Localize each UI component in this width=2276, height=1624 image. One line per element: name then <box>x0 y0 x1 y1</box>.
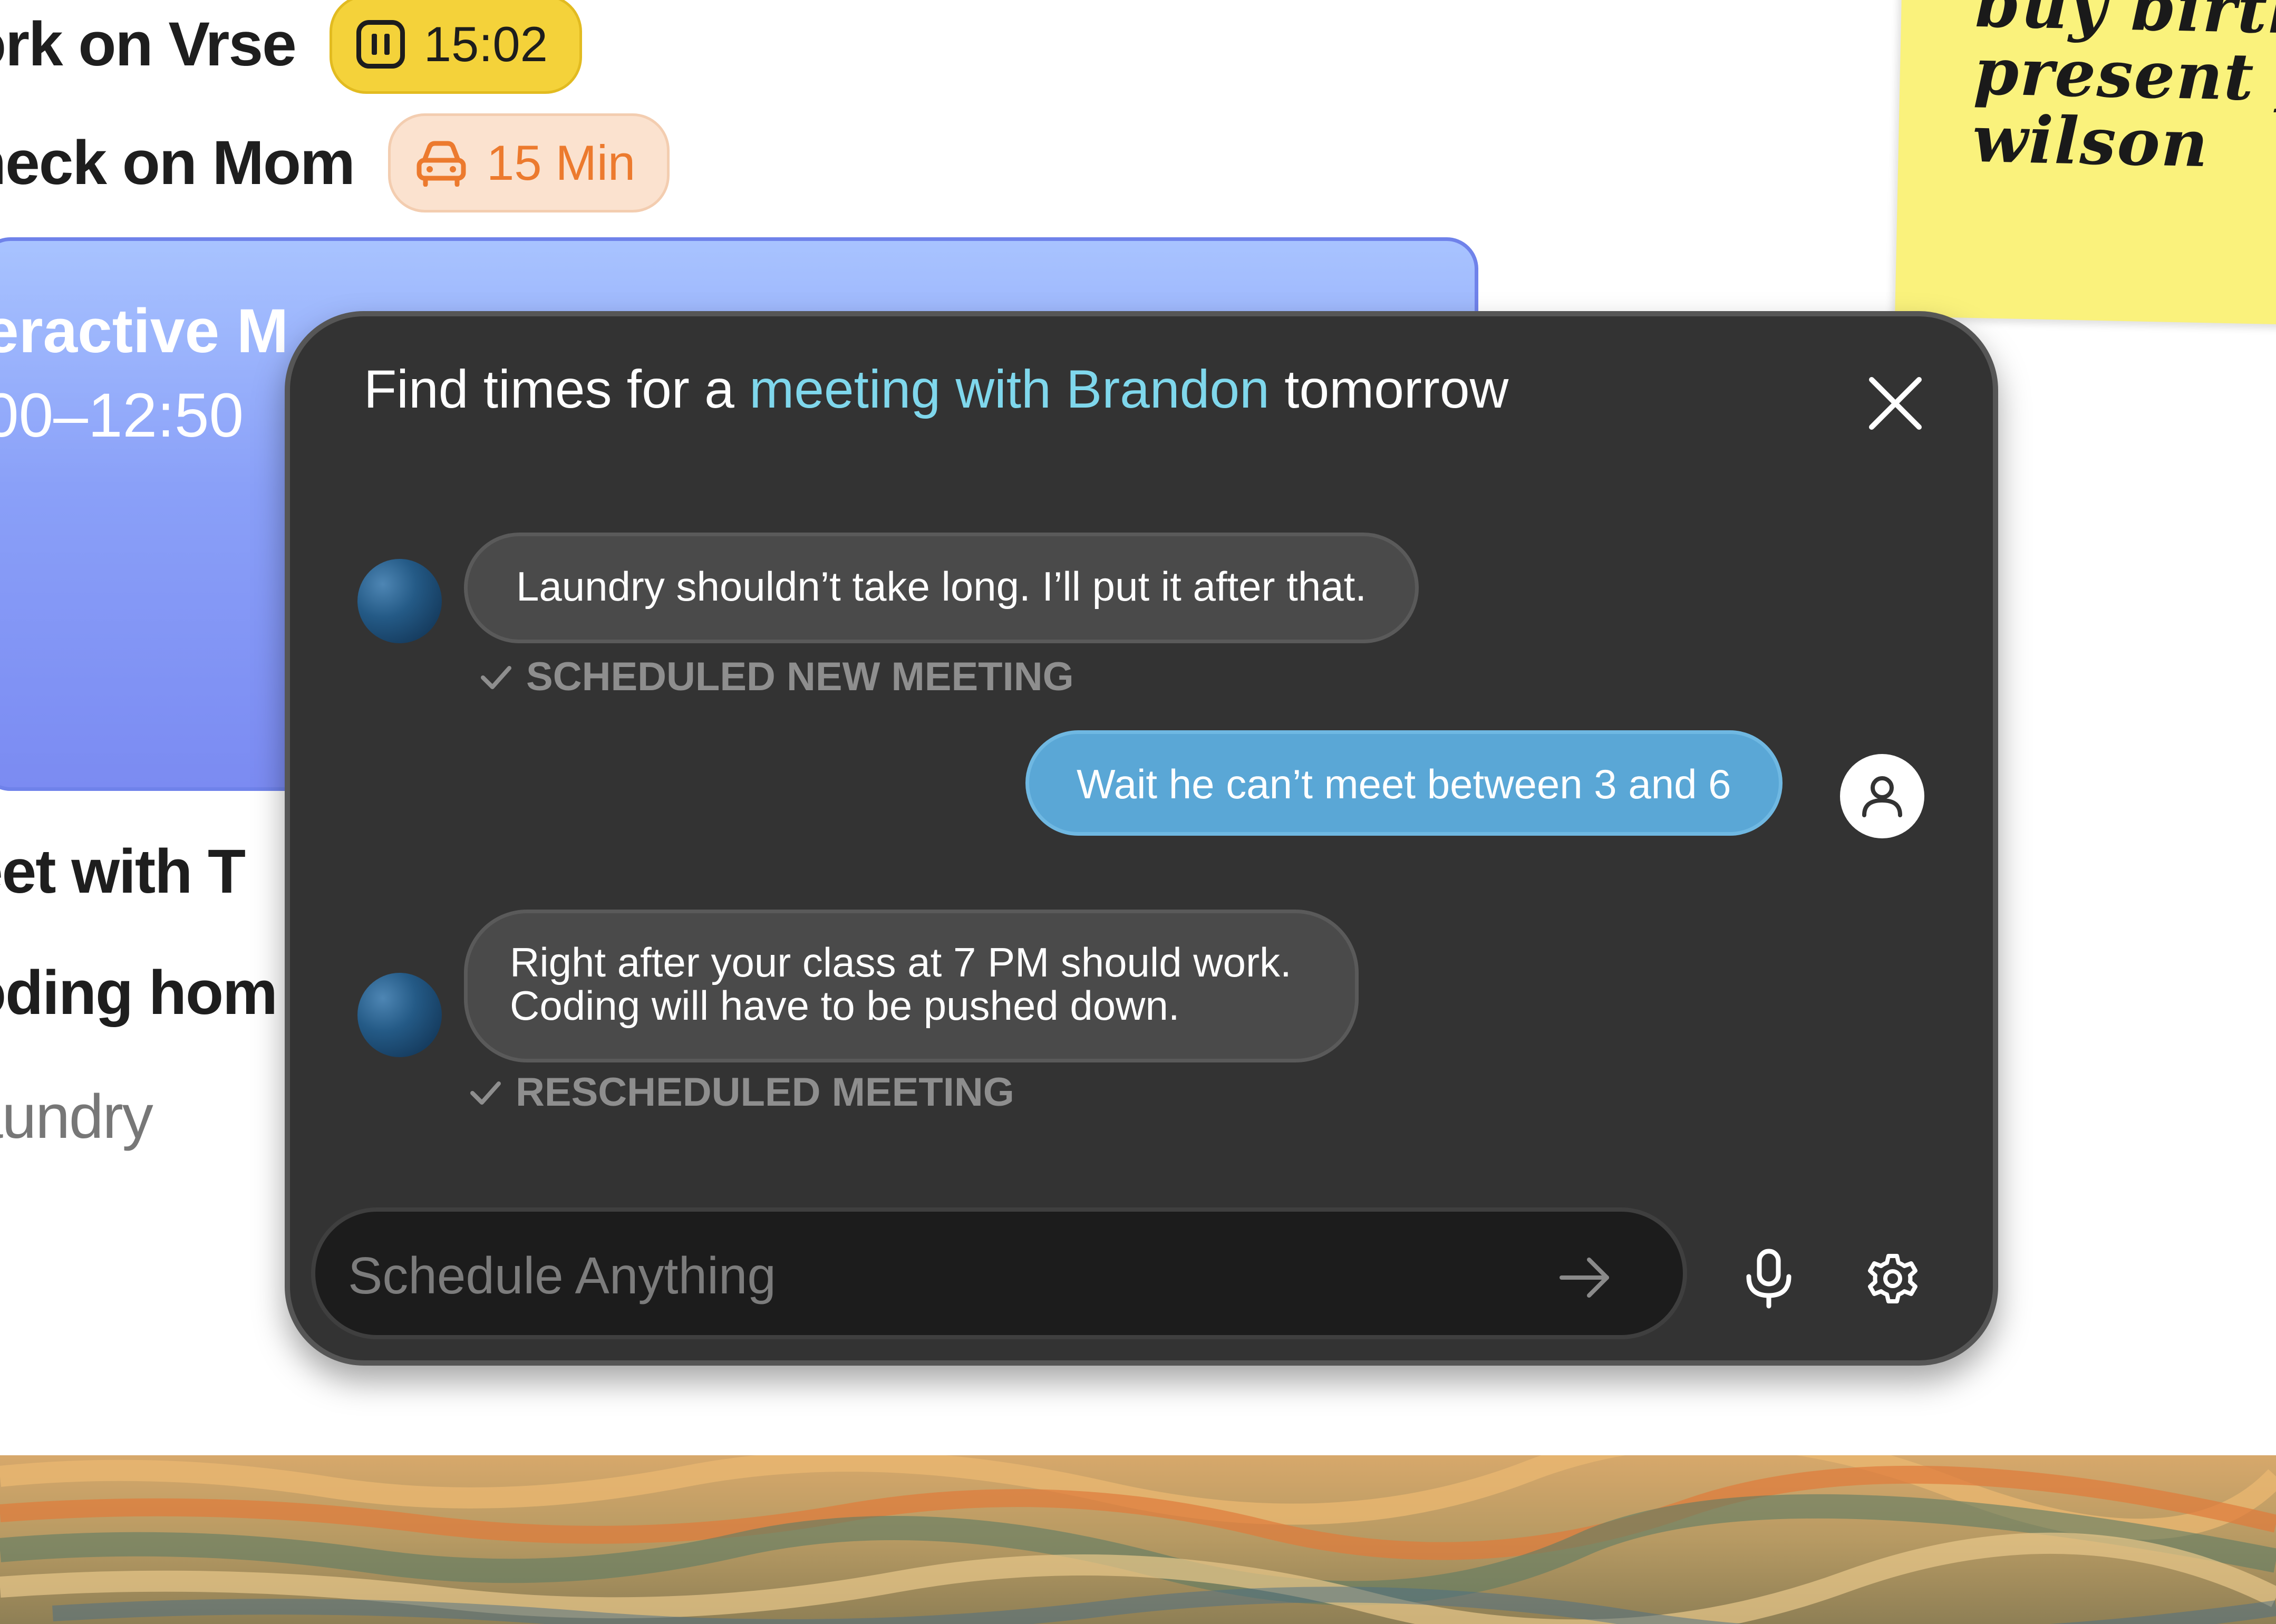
close-icon[interactable] <box>1866 374 1924 432</box>
prompt-text-pre: Find times for a <box>364 359 750 419</box>
task-row-mom[interactable]: heck on Mom 15 Min <box>0 113 670 212</box>
task-label: aundry <box>0 1082 153 1152</box>
message-text: Laundry shouldn’t take long. I’ll put it… <box>516 563 1367 610</box>
gear-icon[interactable] <box>1864 1250 1922 1308</box>
timer-text: 15:02 <box>423 16 548 72</box>
message-status: RESCHEDULED MEETING <box>469 1069 1014 1115</box>
chat-input-bar <box>311 1207 1687 1339</box>
check-icon <box>481 665 511 689</box>
assistant-avatar <box>357 559 442 643</box>
travel-time-text: 15 Min <box>486 135 636 190</box>
task-label: ork on Vrse <box>0 9 297 79</box>
prompt-highlight: meeting with Brandon <box>749 359 1270 419</box>
task-row-work[interactable]: ork on Vrse 15:02 <box>0 0 582 94</box>
task-row-meet[interactable]: eet with T <box>0 836 246 907</box>
painting-strokes <box>0 1455 2276 1624</box>
schedule-input[interactable] <box>347 1243 1562 1308</box>
user-message: Wait he can’t meet between 3 and 6 <box>1025 730 1783 836</box>
event-title: eractive M <box>0 296 289 366</box>
status-text: RESCHEDULED MEETING <box>516 1070 1014 1115</box>
send-arrow-icon[interactable] <box>1554 1246 1618 1309</box>
message-text: Wait he can’t meet between 3 and 6 <box>1077 761 1731 807</box>
message-text-line1: Right after your class at 7 PM should wo… <box>510 939 1292 985</box>
status-text: SCHEDULED NEW MEETING <box>526 654 1074 699</box>
sticky-note-text: buy birth present fo wilson <box>1971 0 2276 182</box>
user-icon <box>1862 776 1902 817</box>
assistant-panel: Find times for a meeting with Brandon to… <box>285 311 1998 1366</box>
sticky-note[interactable]: buy birth present fo wilson <box>1895 0 2276 325</box>
pause-icon[interactable] <box>356 20 405 69</box>
task-label: eet with T <box>0 837 246 906</box>
prompt-heading: Find times for a meeting with Brandon to… <box>364 359 1508 420</box>
microphone-icon[interactable] <box>1737 1247 1800 1310</box>
prompt-text-post: tomorrow <box>1269 359 1509 419</box>
task-label: heck on Mom <box>0 128 355 198</box>
background-painting <box>0 1455 2276 1624</box>
car-icon <box>417 141 466 187</box>
task-row-laundry[interactable]: aundry <box>0 1081 153 1153</box>
check-icon <box>470 1081 501 1105</box>
user-avatar[interactable] <box>1840 754 1924 838</box>
task-label: oding hom <box>0 958 278 1028</box>
event-time: 00–12:50 <box>0 381 244 450</box>
travel-time-pill[interactable]: 15 Min <box>388 113 670 212</box>
assistant-message: Laundry shouldn’t take long. I’ll put it… <box>464 533 1419 643</box>
timer-pill[interactable]: 15:02 <box>329 0 582 94</box>
message-status: SCHEDULED NEW MEETING <box>480 654 1074 700</box>
message-text-line2: Coding will have to be pushed down. <box>510 982 1180 1029</box>
task-row-coding[interactable]: oding hom <box>0 957 278 1029</box>
assistant-message: Right after your class at 7 PM should wo… <box>464 910 1359 1062</box>
assistant-avatar <box>357 973 442 1057</box>
